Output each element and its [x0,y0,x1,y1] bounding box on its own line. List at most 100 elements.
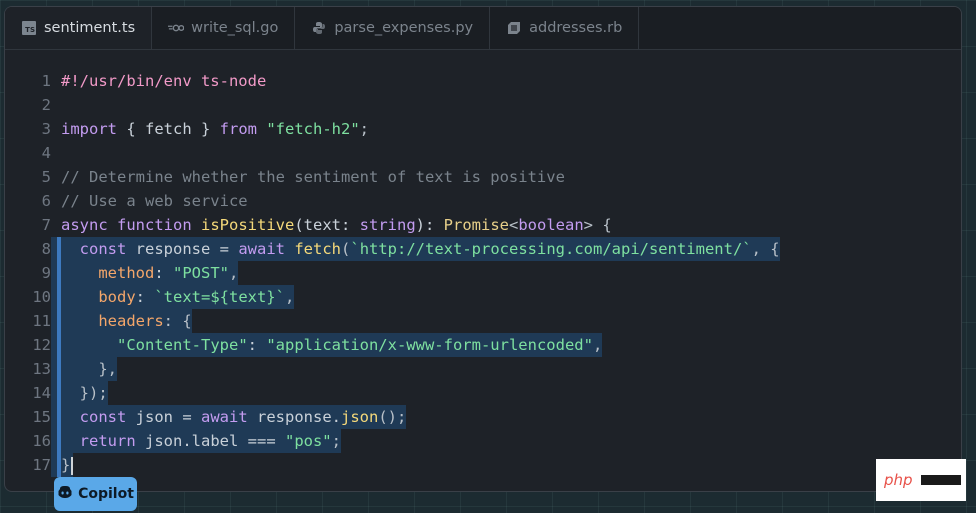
code-token: method [98,264,155,282]
copilot-label: Copilot [78,486,134,502]
ruby-icon [506,20,522,36]
code-token: "Content-Type" [117,336,248,354]
code-token: const [79,240,127,258]
tab-sentiment-ts[interactable]: TS sentiment.ts [5,7,153,49]
code-line: 1 #!/usr/bin/env ts-node [5,69,961,93]
line-text: body: `text=${text}`, [51,285,295,309]
code-token: , [229,264,239,282]
code-area[interactable]: 1 #!/usr/bin/env ts-node 2 3 import { fetch … [5,69,961,477]
code-line: 8 const response = await fetch(`http://t… [5,237,961,261]
code-token: // Use a web service [61,192,248,210]
tab-label: sentiment.ts [44,20,136,36]
text-cursor [71,456,74,475]
line-number: 12 [32,336,51,354]
line-text: } [51,453,74,477]
tab-parse-expenses-py[interactable]: parse_expenses.py [295,7,491,49]
line-text: #!/usr/bin/env ts-node [51,69,266,93]
code-token: string [359,216,416,234]
line-number: 9 [41,264,51,282]
line-number: 3 [41,120,51,138]
code-token: const [79,408,127,426]
code-line: 7 async function isPositive(text: string)… [5,213,961,237]
code-token: (); [378,408,407,426]
line-number: 4 [41,144,51,162]
code-token: , [284,288,295,306]
code-token: : { [163,312,192,330]
code-line: 17} [5,453,961,477]
code-line: 5 // Determine whether the sentiment of t… [5,165,961,189]
code-line: 12 "Content-Type": "application/x-www-fo… [5,333,961,357]
watermark-badge: php [876,459,966,501]
line-number: 14 [32,384,51,402]
code-token: await [238,240,285,258]
line-number: 7 [41,216,51,234]
line-text: // Determine whether the sentiment of te… [51,165,565,189]
line-number: 17 [32,456,51,474]
code-line: 2 [5,93,961,117]
suggestion-gutter-bar [57,237,61,477]
tab-write-sql-go[interactable]: write_sql.go [152,7,296,49]
code-token: (text: [294,216,360,234]
line-text: async function isPositive(text: string):… [51,213,612,237]
code-line: 3 import { fetch } from "fetch-h2"; [5,117,961,141]
code-token: async [61,216,108,234]
code-token: from [219,120,257,138]
watermark-bar [920,475,961,485]
code-token: "application/x-www-form-urlencoded" [266,336,593,354]
code-token: await [201,408,248,426]
code-token: : [154,264,173,282]
line-number: 2 [41,96,51,114]
code-token: }, [61,360,117,378]
code-line: 6 // Use a web service [5,189,961,213]
code-line: 16 return json.label === "pos"; [5,429,961,453]
code-token: // Determine whether the sentiment of te… [61,168,565,186]
code-token: ( [341,240,351,258]
code-token: import [61,120,117,138]
code-token: ; [331,432,341,450]
code-editor: TS sentiment.ts write_sql.go parse_expen… [4,6,962,492]
copilot-button[interactable]: Copilot [54,477,137,511]
typescript-icon: TS [21,20,37,36]
code-line: 15 const json = await response.json(); [5,405,961,429]
code-token: > { [583,216,612,234]
code-token: { fetch } [117,120,220,138]
code-token: response. [247,408,341,426]
line-number: 13 [32,360,51,378]
tab-label: parse_expenses.py [334,20,474,36]
code-token: fetch [294,240,342,258]
line-number: 16 [32,432,51,450]
code-token: , { [751,240,780,258]
line-text: "Content-Type": "application/x-www-form-… [51,333,603,357]
code-token: }); [61,384,108,402]
code-token: ): [415,216,444,234]
code-line: 14 }); [5,381,961,405]
code-line: 4 [5,141,961,165]
code-line: 9 method: "POST", [5,261,961,285]
code-token: json = [126,408,201,426]
code-token: : [135,288,155,306]
code-token: function [117,216,192,234]
code-token: "fetch-h2" [266,120,360,138]
code-token: json [341,408,379,426]
tab-label: addresses.rb [529,20,623,36]
line-number: 5 [41,168,51,186]
line-text [51,93,61,117]
code-token: , [592,336,603,354]
line-text: import { fetch } from "fetch-h2"; [51,117,369,141]
code-token: body [98,288,136,306]
code-token: "POST" [173,264,229,282]
line-number: 10 [32,288,51,306]
line-text: const json = await response.json(); [51,405,407,429]
line-text: // Use a web service [51,189,248,213]
line-text: method: "POST", [51,261,239,285]
tab-addresses-rb[interactable]: addresses.rb [490,7,640,49]
line-number: 8 [41,240,51,258]
line-text [51,141,61,165]
